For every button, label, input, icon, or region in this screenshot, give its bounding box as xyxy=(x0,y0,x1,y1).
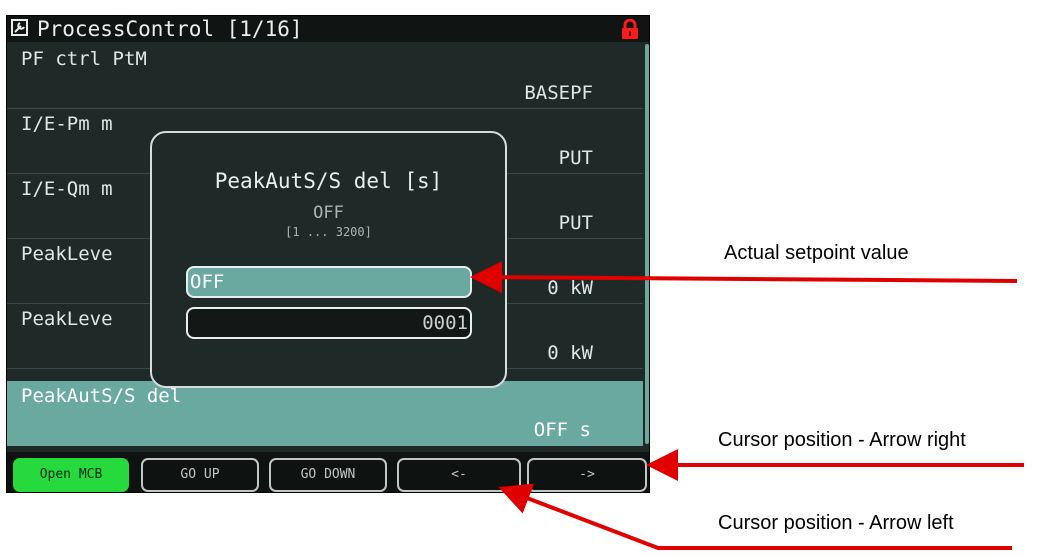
annotation-actual-setpoint: Actual setpoint value xyxy=(724,242,909,264)
annotation-cursor-left: Cursor position - Arrow left xyxy=(718,512,954,534)
annotation-arrows xyxy=(470,261,1024,550)
arrow-actual-setpoint xyxy=(470,261,1018,294)
annotation-cursor-right: Cursor position - Arrow right xyxy=(718,429,966,451)
